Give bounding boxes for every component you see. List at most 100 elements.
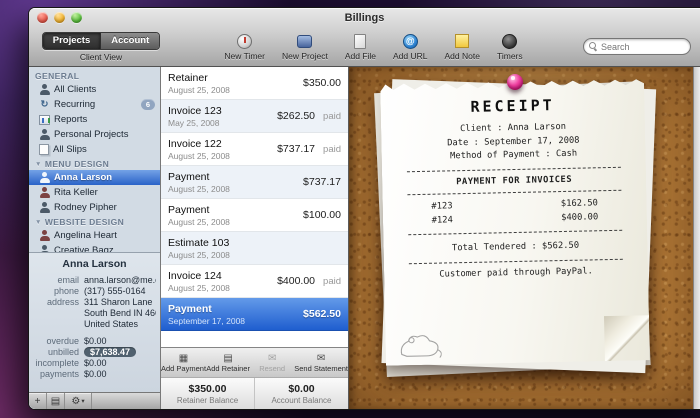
add-retainer-button[interactable]: ▤ Add Retainer xyxy=(206,348,250,377)
transaction-amount: $562.50 xyxy=(303,308,341,320)
minimize-button[interactable] xyxy=(54,12,65,23)
transaction-row-retainer[interactable]: Retainer August 25, 2008 $350.00 xyxy=(161,67,348,100)
person-icon xyxy=(39,202,50,213)
add-note-button[interactable]: Add Note xyxy=(445,33,480,61)
titlebar[interactable]: Billings xyxy=(29,8,700,27)
address-line-2: South Bend IN 46609 xyxy=(84,308,156,318)
person-icon xyxy=(39,187,50,198)
send-statement-label: Send Statement xyxy=(294,364,348,373)
timer-icon xyxy=(237,34,252,49)
recurring-count-badge: 6 xyxy=(141,99,155,110)
new-project-label: New Project xyxy=(282,51,328,61)
add-retainer-icon: ▤ xyxy=(223,353,232,364)
transaction-date: August 25, 2008 xyxy=(168,85,299,95)
email-label: email xyxy=(33,275,79,285)
section-title: MENU DESIGN xyxy=(45,159,109,169)
window-controls xyxy=(37,12,82,23)
toolbar: Projects Account Client View New Timer N… xyxy=(29,27,700,66)
segment-account[interactable]: Account xyxy=(100,33,159,49)
transaction-row-payment-2[interactable]: Payment August 25, 2008 $100.00 xyxy=(161,199,348,232)
new-timer-button[interactable]: New Timer xyxy=(224,33,265,61)
transaction-row-invoice-124[interactable]: Invoice 124 August 25, 2008 $400.00 paid xyxy=(161,265,348,298)
transaction-title: Invoice 123 xyxy=(168,105,273,117)
transaction-amount: $737.17 xyxy=(303,176,341,188)
at-icon: @ xyxy=(403,34,418,49)
slips-icon xyxy=(39,144,49,155)
section-title: GENERAL xyxy=(35,71,79,81)
sidebar-item-all-clients[interactable]: All Clients xyxy=(29,82,160,97)
overdue-label: overdue xyxy=(33,336,79,346)
timers-button[interactable]: Timers xyxy=(497,33,523,61)
dashed-separator xyxy=(409,259,623,264)
email-value: anna.larson@me.com xyxy=(84,275,156,285)
zoom-button[interactable] xyxy=(71,12,82,23)
section-header-website-design[interactable]: ▼ WEBSITE DESIGN xyxy=(29,215,160,228)
add-payment-button[interactable]: ▦ Add Payment xyxy=(161,348,206,377)
add-url-button[interactable]: @ Add URL xyxy=(393,33,428,61)
dashed-separator xyxy=(408,230,622,235)
transaction-amount: $350.00 xyxy=(303,77,341,89)
resend-button[interactable]: ✉ Resend xyxy=(250,348,294,377)
pushpin-icon xyxy=(507,74,523,90)
sidebar-item-rita-keller[interactable]: Rita Keller xyxy=(29,185,160,200)
sidebar-item-recurring[interactable]: ↻ Recurring 6 xyxy=(29,97,160,112)
sidebar-item-anna-larson[interactable]: Anna Larson xyxy=(29,170,160,185)
payments-label: payments xyxy=(33,369,79,379)
transaction-row-payment-1[interactable]: Payment August 25, 2008 $737.17 xyxy=(161,166,348,199)
sidebar-item-personal-projects[interactable]: Personal Projects xyxy=(29,127,160,142)
person-icon xyxy=(39,172,50,183)
transaction-row-payment-selected[interactable]: Payment September 17, 2008 $562.50 xyxy=(161,298,348,331)
disclosure-triangle-icon[interactable]: ▼ xyxy=(35,219,42,226)
receipt-item-amount: $400.00 xyxy=(561,211,598,225)
transaction-row-invoice-122[interactable]: Invoice 122 August 25, 2008 $737.17 paid xyxy=(161,133,348,166)
action-menu-button[interactable]: ⚙ ▾ xyxy=(65,393,92,409)
receipt-item-amount: $162.50 xyxy=(561,197,598,211)
search-field[interactable] xyxy=(583,38,691,55)
transaction-amount: $262.50 xyxy=(277,110,315,122)
search-input[interactable] xyxy=(601,42,685,52)
receipt-section-title: PAYMENT FOR INVOICES xyxy=(395,173,633,188)
add-note-label: Add Note xyxy=(445,51,480,61)
search-icon xyxy=(589,42,598,51)
window-title: Billings xyxy=(29,12,700,24)
transaction-date: August 25, 2008 xyxy=(168,151,273,161)
add-payment-label: Add Payment xyxy=(161,364,206,373)
send-statement-button[interactable]: ✉ Send Statement xyxy=(294,348,348,377)
disclosure-triangle-icon[interactable]: ▼ xyxy=(35,161,42,168)
transaction-amount: $100.00 xyxy=(303,209,341,221)
vertical-scrollbar[interactable] xyxy=(693,67,700,409)
segment-projects[interactable]: Projects xyxy=(43,33,101,49)
transaction-title: Payment xyxy=(168,204,299,216)
sidebar-item-label: Personal Projects xyxy=(54,129,155,140)
account-balance-label: Account Balance xyxy=(271,396,331,405)
transaction-row-invoice-123[interactable]: Invoice 123 May 25, 2008 $262.50 paid xyxy=(161,100,348,133)
slip-drawer-button[interactable]: ▤ xyxy=(47,393,65,409)
incomplete-label: incomplete xyxy=(33,358,79,368)
transaction-date: August 25, 2008 xyxy=(168,217,299,227)
clients-icon xyxy=(39,84,50,95)
sidebar-item-all-slips[interactable]: All Slips xyxy=(29,142,160,157)
desktop-background: { "window": { "title": "Billings" }, "to… xyxy=(0,0,700,418)
sidebar-item-creative-bagz[interactable]: Creative Bagz xyxy=(29,243,160,252)
section-header-menu-design[interactable]: ▼ MENU DESIGN xyxy=(29,157,160,170)
sidebar-item-reports[interactable]: Reports xyxy=(29,112,160,127)
transaction-date: September 17, 2008 xyxy=(168,316,299,326)
resend-icon: ✉ xyxy=(268,353,276,364)
retainer-balance-label: Retainer Balance xyxy=(177,396,238,405)
send-statement-icon: ✉ xyxy=(317,353,325,364)
transaction-status: paid xyxy=(323,111,341,122)
page-curl xyxy=(604,315,651,362)
close-button[interactable] xyxy=(37,12,48,23)
sidebar-item-angelina-heart[interactable]: Angelina Heart xyxy=(29,228,160,243)
transaction-row-estimate-103[interactable]: Estimate 103 August 25, 2008 xyxy=(161,232,348,265)
transaction-date: May 25, 2008 xyxy=(168,118,273,128)
sidebar-item-rodney-pipher[interactable]: Rodney Pipher xyxy=(29,200,160,215)
add-client-button[interactable]: + xyxy=(29,393,47,409)
add-file-button[interactable]: Add File xyxy=(345,33,376,61)
new-project-button[interactable]: New Project xyxy=(282,33,328,61)
sidebar-item-label: Angelina Heart xyxy=(54,230,155,241)
add-url-label: Add URL xyxy=(393,51,428,61)
timers-icon xyxy=(502,34,517,49)
transaction-title: Payment xyxy=(168,171,299,183)
transaction-title: Invoice 124 xyxy=(168,270,273,282)
